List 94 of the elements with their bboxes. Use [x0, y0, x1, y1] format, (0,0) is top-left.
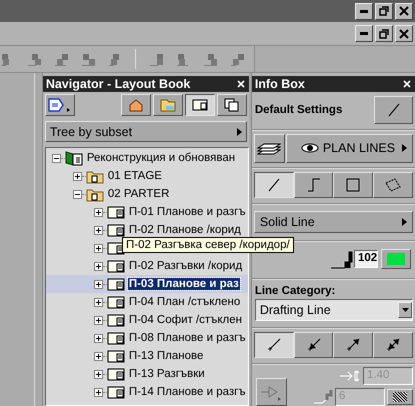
layout-icon [106, 331, 125, 345]
arrow-style-button[interactable] [256, 378, 287, 406]
dropdown-arrow-icon [402, 308, 408, 312]
layout-icon [106, 223, 125, 237]
expand-icon[interactable] [94, 208, 103, 216]
minimize-button[interactable] [355, 2, 373, 20]
tree-item[interactable]: П-14 Планове и разгъ [128, 386, 247, 398]
layout-icon [106, 295, 125, 309]
tree-item[interactable]: 01 ETAGE [106, 170, 163, 182]
expand-icon[interactable] [94, 244, 103, 252]
restore-icon [379, 28, 389, 38]
eye-icon [300, 143, 319, 154]
export-button[interactable] [44, 94, 75, 116]
minimize-button[interactable] [355, 25, 373, 42]
caret-icon [402, 144, 407, 152]
tree-item[interactable]: 02 PARTER [106, 188, 170, 200]
layout-icon [106, 385, 125, 399]
layout-icon [192, 98, 208, 112]
export-icon [48, 97, 72, 113]
layout-icon [106, 241, 125, 255]
close-button[interactable] [395, 25, 413, 42]
folder-icon [160, 98, 176, 112]
minimize-icon [360, 10, 368, 12]
layer-settings-button[interactable] [254, 134, 285, 163]
tree-item[interactable]: П-13 Разгъвки [128, 368, 206, 380]
tree-item[interactable]: П-04 План /стъклено [128, 296, 242, 308]
expand-icon[interactable] [94, 334, 103, 342]
collapse-icon[interactable] [52, 154, 61, 162]
expand-icon[interactable] [94, 280, 103, 288]
layout-icon [106, 367, 125, 381]
tree-item[interactable]: П-03 Планове и раз [128, 278, 240, 290]
view-button[interactable] [184, 94, 215, 116]
tree-item[interactable]: П-08 Планове и разгъ [128, 332, 247, 344]
layout-icon [106, 205, 125, 219]
line-icon [388, 103, 400, 118]
expand-icon[interactable] [94, 262, 103, 270]
arrow-icon [346, 338, 360, 352]
house-icon [128, 98, 144, 112]
line-tool-button[interactable] [374, 96, 413, 124]
expand-icon[interactable] [94, 370, 103, 378]
book-icon [64, 150, 83, 166]
arrow-size-icon [339, 370, 361, 382]
minimize-icon [360, 32, 368, 35]
layers-icon [257, 141, 282, 156]
layer-button[interactable]: PLAN LINES [286, 134, 413, 163]
restore-button[interactable] [375, 2, 393, 20]
restore-icon [379, 6, 389, 16]
line-type-dropdown[interactable]: Solid Line [254, 210, 413, 233]
layout-icon [106, 277, 125, 291]
tree-item[interactable]: П-01 Планове и разгъ [128, 206, 247, 218]
collapse-icon[interactable] [72, 190, 82, 198]
close-button[interactable] [395, 2, 413, 20]
expand-icon[interactable] [94, 352, 103, 360]
panel-title: Navigator - Layout Book [46, 77, 190, 91]
layout-icon [106, 259, 125, 273]
close-icon [399, 28, 409, 38]
pen-icon [313, 390, 333, 404]
expand-icon[interactable] [72, 172, 82, 180]
pattern-button[interactable] [387, 389, 413, 406]
arrow-icon [306, 338, 320, 352]
tree-dropdown[interactable]: Tree by subset [44, 121, 247, 142]
pages-icon [224, 98, 240, 112]
tooltip: П-02 Разгъвка север /коридор/ [122, 237, 294, 253]
pen-icon [331, 249, 353, 270]
pen-color-button[interactable] [381, 249, 411, 270]
close-icon [399, 6, 409, 16]
panel-title: Info Box [254, 76, 305, 91]
expand-icon[interactable] [94, 316, 103, 324]
tree-item[interactable]: П-04 Софит /стъклен [128, 314, 243, 326]
arrow-button[interactable] [254, 332, 294, 358]
line-icon [266, 178, 282, 192]
close-icon[interactable] [236, 80, 245, 88]
restore-button[interactable] [375, 25, 393, 42]
layout-icon [106, 313, 125, 327]
tree-item[interactable]: П-02 Разгъвки /корид [128, 260, 244, 272]
caret-icon [402, 218, 407, 226]
pen-field[interactable]: 102 [354, 250, 378, 268]
expand-icon[interactable] [94, 388, 103, 396]
geometry-button[interactable] [254, 172, 294, 198]
tree-item[interactable]: П-02 Планове /корид [128, 224, 242, 236]
category-dropdown[interactable]: Drafting Line [254, 298, 413, 321]
settings-heading: Default Settings [254, 104, 342, 116]
tree-item[interactable]: Реконструкция и обновяван [86, 152, 236, 164]
expand-icon[interactable] [94, 226, 103, 234]
expand-icon[interactable] [94, 298, 103, 306]
step-line-icon [306, 178, 322, 192]
layout-icon [106, 349, 125, 363]
tree-item[interactable]: П-13 Планове [128, 350, 204, 362]
category-label: Line Category: [254, 284, 336, 297]
square-icon [345, 178, 362, 192]
close-icon[interactable] [403, 80, 411, 88]
caret-icon [236, 128, 242, 136]
line-icon [266, 338, 281, 352]
double-arrow-icon [386, 338, 400, 352]
